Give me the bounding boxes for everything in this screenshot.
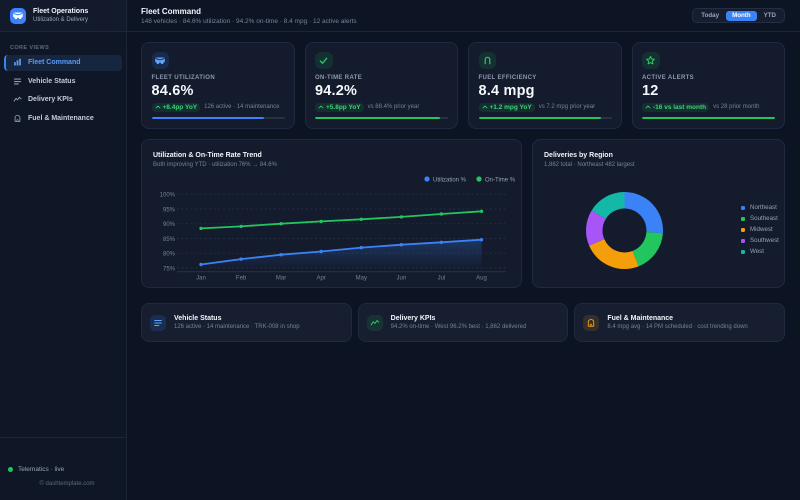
svg-text:95%: 95% bbox=[163, 208, 176, 214]
svg-text:75%: 75% bbox=[163, 267, 176, 273]
svg-text:Mar: Mar bbox=[276, 276, 286, 282]
svg-text:Aug: Aug bbox=[476, 276, 487, 282]
svg-text:Utilization %: Utilization % bbox=[433, 178, 467, 184]
svg-text:90%: 90% bbox=[163, 222, 176, 228]
svg-text:Feb: Feb bbox=[236, 276, 247, 282]
svg-text:Apr: Apr bbox=[317, 276, 326, 282]
svg-text:On-Time %: On-Time % bbox=[485, 178, 516, 184]
svg-text:85%: 85% bbox=[163, 237, 176, 243]
svg-text:80%: 80% bbox=[163, 252, 176, 258]
svg-text:Jan: Jan bbox=[196, 276, 206, 282]
svg-text:May: May bbox=[356, 276, 367, 282]
svg-text:Jul: Jul bbox=[438, 276, 446, 282]
svg-text:Jun: Jun bbox=[397, 276, 407, 282]
svg-text:100%: 100% bbox=[160, 193, 176, 199]
